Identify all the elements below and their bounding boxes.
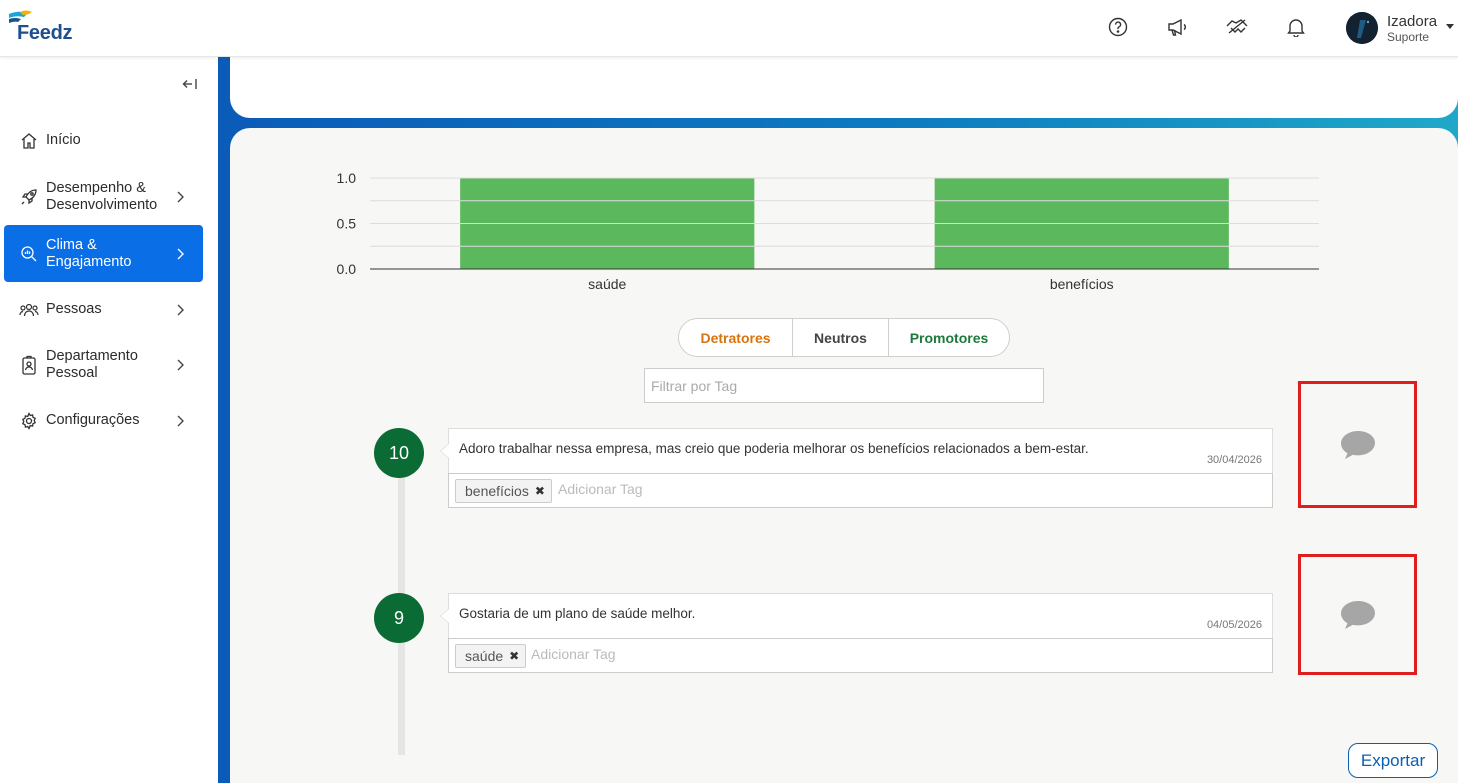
comment-box: Gostaria de um plano de saúde melhor. 04… xyxy=(440,593,1273,639)
logo-text: Feedz xyxy=(17,22,73,44)
megaphone-icon[interactable] xyxy=(1164,14,1190,40)
x-tick-label: benefícios xyxy=(1050,276,1114,292)
collapse-sidebar-icon[interactable] xyxy=(182,77,198,95)
sidebar-item-label: Início xyxy=(46,132,81,148)
filter-label: Neutros xyxy=(814,329,867,346)
chevron-right-icon xyxy=(177,359,184,370)
score-filter-toggle: Detratores Neutros Promotores xyxy=(678,318,1010,357)
tag-chip: saúde ✖ xyxy=(455,644,527,668)
tag-chip-label: saúde xyxy=(465,648,504,664)
chevron-right-icon xyxy=(177,248,184,259)
chevron-down-icon[interactable] xyxy=(1446,24,1454,29)
help-circle-icon[interactable] xyxy=(1105,14,1131,40)
user-role: Suporte xyxy=(1387,30,1430,44)
badge-icon xyxy=(19,355,39,375)
rocket-icon xyxy=(19,187,39,207)
export-button[interactable]: Exportar xyxy=(1348,743,1438,778)
comment-bubble-icon xyxy=(1340,430,1375,459)
comment-bubble-icon xyxy=(1340,600,1375,629)
filter-label: Detratores xyxy=(700,329,771,346)
comment-box: Adoro trabalhar nessa empresa, mas creio… xyxy=(440,428,1273,474)
reply-comment-button[interactable] xyxy=(1298,381,1417,508)
filter-detratores-button[interactable]: Detratores xyxy=(679,319,793,356)
comment-text: Adoro trabalhar nessa empresa, mas creio… xyxy=(459,441,1089,456)
bell-icon[interactable] xyxy=(1283,14,1309,40)
sidebar-item-label: Clima & Engajamento xyxy=(46,236,132,270)
add-tag-input[interactable]: Adicionar Tag xyxy=(558,481,643,497)
tag-bar-chart: 0.0 0.5 1.0 saúde benefícios xyxy=(337,170,1319,292)
sidebar-item-pessoas[interactable]: Pessoas xyxy=(4,281,203,338)
score-badge: 9 xyxy=(374,593,424,643)
avatar[interactable] xyxy=(1346,12,1378,44)
tag-input-row[interactable]: saúde ✖ Adicionar Tag xyxy=(448,638,1273,673)
sidebar-item-label: Departamento Pessoal xyxy=(46,347,138,381)
y-tick-label: 1.0 xyxy=(337,170,357,186)
reply-comment-button[interactable] xyxy=(1298,554,1417,675)
gear-icon xyxy=(19,411,39,431)
tag-chip-label: benefícios xyxy=(465,483,529,499)
add-tag-input[interactable]: Adicionar Tag xyxy=(531,646,616,662)
filter-neutros-button[interactable]: Neutros xyxy=(793,319,889,356)
x-tick-label: saúde xyxy=(588,276,626,292)
user-name[interactable]: Izadora xyxy=(1387,13,1437,30)
score-badge: 10 xyxy=(374,428,424,478)
home-icon xyxy=(19,131,39,151)
y-tick-label: 0.0 xyxy=(337,261,357,277)
filter-promotores-button[interactable]: Promotores xyxy=(889,319,1009,356)
filter-label: Promotores xyxy=(909,329,989,346)
sidebar-item-departamento[interactable]: Departamento Pessoal xyxy=(4,336,203,393)
people-icon xyxy=(19,300,39,320)
sidebar-item-inicio[interactable]: Início xyxy=(4,112,203,169)
chevron-right-icon xyxy=(177,191,184,202)
chevron-right-icon xyxy=(177,415,184,426)
comment-date: 30/04/2026 xyxy=(1206,454,1262,466)
top-bar: Feedz Izadora Suporte xyxy=(0,0,1458,57)
chevron-right-icon xyxy=(177,304,184,315)
tag-filter-input[interactable] xyxy=(644,368,1044,403)
tag-chip: benefícios ✖ xyxy=(455,479,552,503)
sidebar-item-label: Configurações xyxy=(46,412,140,428)
sidebar-item-configuracoes[interactable]: Configurações xyxy=(4,392,203,449)
sidebar-item-label: Desempenho & Desenvolvimento xyxy=(46,179,158,213)
remove-tag-icon[interactable]: ✖ xyxy=(535,484,545,498)
sidebar-item-label: Pessoas xyxy=(46,301,102,317)
sidebar-item-clima[interactable]: Clima & Engajamento xyxy=(4,225,203,282)
handshake-icon[interactable] xyxy=(1224,14,1250,40)
y-tick-label: 0.5 xyxy=(337,216,357,232)
sidebar-item-desempenho[interactable]: Desempenho & Desenvolvimento xyxy=(4,168,203,225)
feedz-logo[interactable]: Feedz xyxy=(6,10,76,46)
comment-text: Gostaria de um plano de saúde melhor. xyxy=(459,606,696,621)
comment-date: 04/05/2026 xyxy=(1206,619,1262,631)
top-card xyxy=(230,57,1458,118)
search-chart-icon xyxy=(19,244,39,264)
tag-input-row[interactable]: benefícios ✖ Adicionar Tag xyxy=(448,473,1273,508)
remove-tag-icon[interactable]: ✖ xyxy=(509,649,519,663)
